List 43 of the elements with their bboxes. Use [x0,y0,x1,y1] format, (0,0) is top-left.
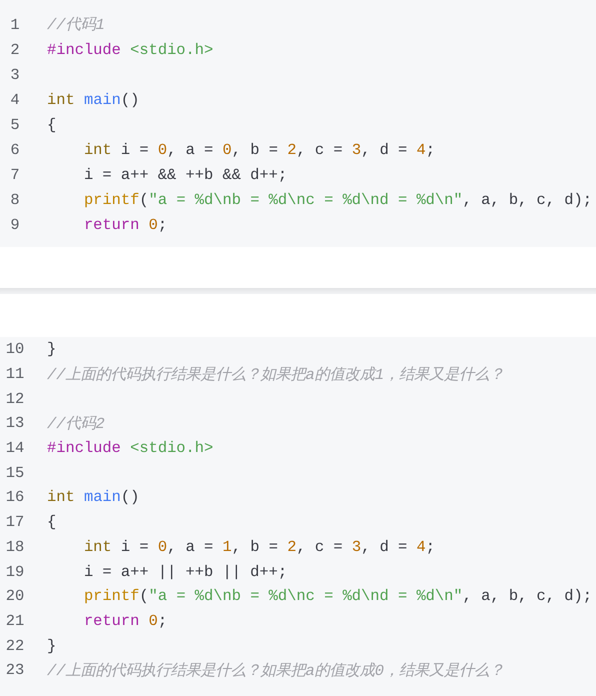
line-number: 6 [9,140,21,158]
code-line: { [47,116,56,134]
line-number: 5 [9,116,21,134]
code-line: //上面的代码执行结果是什么？如果把a的值改成1，结果又是什么？ [47,364,504,385]
line-number: 23 [4,661,26,680]
line-number: 21 [4,612,26,630]
line-number: 9 [9,216,21,234]
line-number: 12 [4,390,26,408]
code-line: #include <stdio.h> [47,439,214,458]
code-line: //代码1 [47,15,105,35]
code-line: return 0; [84,216,168,234]
line-number: 16 [4,488,26,506]
code-line: i = a++ && ++b && d++; [84,166,288,184]
line-number: 19 [4,562,26,581]
code-line: { [47,513,56,532]
line-number: 22 [4,636,26,655]
code-line: printf("a = %d\nb = %d\nc = %d\nd = %d\n", a, b, c, d); [84,190,592,208]
code-line: //上面的代码执行结果是什么？如果把a的值改成0，结果又是什么？ [47,660,504,681]
line-number: 18 [4,538,26,556]
line-number: 2 [9,40,21,58]
line-number: 14 [4,439,26,458]
line-number: 10 [4,340,26,358]
code-line: } [47,636,56,655]
code-line: printf("a = %d\nb = %d\nc = %d\nd = %d\n", a, b, c, d); [84,587,592,606]
code-line: int i = 0, a = 0, b = 2, c = 3, d = 4; [84,140,436,158]
code-line: int main() [47,90,140,108]
line-number: 17 [4,513,26,532]
code-line: } [47,340,56,358]
line-number: 13 [4,414,26,432]
code-line: int i = 0, a = 1, b = 2, c = 3, d = 4; [84,538,436,556]
code-line: i = a++ || ++b || d++; [84,562,288,581]
line-number: 3 [9,66,21,84]
line-number: 15 [4,464,26,482]
code-line: //代码2 [47,414,105,434]
line-number: 1 [9,16,21,34]
line-number: 8 [9,190,21,208]
line-number: 4 [9,90,21,108]
code-line: int main() [47,488,140,506]
line-number: 11 [4,365,26,384]
code-line: #include <stdio.h> [47,40,214,58]
line-number: 7 [9,166,21,184]
line-number: 20 [4,587,26,606]
code-line: return 0; [84,612,168,630]
